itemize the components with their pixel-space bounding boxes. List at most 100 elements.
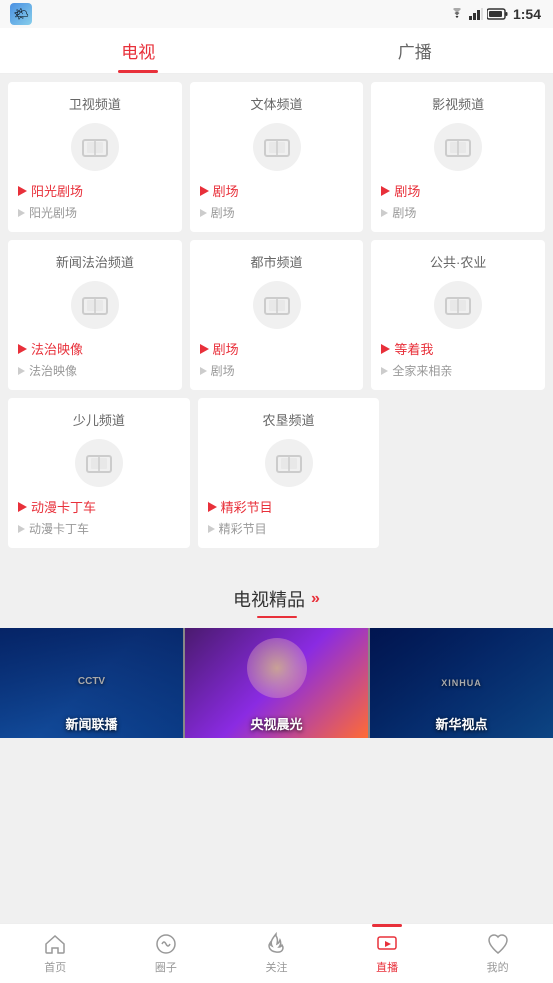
live-icon bbox=[375, 932, 399, 956]
tab-tv[interactable]: 电视 bbox=[0, 28, 277, 73]
tv-icon bbox=[264, 294, 290, 316]
tv-icon bbox=[86, 452, 112, 474]
channel-card-nongken[interactable]: 农垦频道 精彩节目 bbox=[198, 398, 380, 548]
channel-name: 卫视频道 bbox=[18, 94, 172, 113]
nav-active-indicator bbox=[372, 924, 402, 927]
nav-label-home: 首页 bbox=[44, 959, 66, 975]
play-icon bbox=[18, 344, 27, 354]
next-icon bbox=[18, 525, 25, 533]
thumb-bg-3: XINHUA 新华视点 bbox=[370, 628, 553, 738]
channel-name: 影视频道 bbox=[381, 94, 535, 113]
next-icon bbox=[18, 367, 25, 375]
home-icon bbox=[43, 932, 67, 956]
thumb-label-1: 新闻联播 bbox=[0, 714, 183, 733]
status-icons: 1:54 bbox=[449, 6, 541, 22]
channel-card-xinwen[interactable]: 新闻法治频道 法治映像 bbox=[8, 240, 182, 390]
channel-row-1: 卫视频道 阳光剧场 bbox=[0, 82, 553, 232]
wifi-icon bbox=[449, 8, 465, 20]
program-next: 全家来相亲 bbox=[381, 362, 535, 379]
next-icon bbox=[18, 209, 25, 217]
channel-card-wenti[interactable]: 文体频道 剧场 bbox=[190, 82, 364, 232]
play-icon bbox=[18, 502, 27, 512]
program-now: 阳光剧场 bbox=[18, 181, 172, 200]
program-next: 法治映像 bbox=[18, 362, 172, 379]
channel-card-shaor[interactable]: 少儿频道 动漫卡丁车 bbox=[8, 398, 190, 548]
featured-thumb-1[interactable]: CCTV 新闻联播 bbox=[0, 628, 183, 738]
battery-icon bbox=[487, 8, 509, 20]
fire-icon bbox=[264, 932, 288, 956]
channel-card-gonggong[interactable]: 公共·农业 等着我 bbox=[371, 240, 545, 390]
tv-icon bbox=[445, 294, 471, 316]
thumb-bg-1: CCTV 新闻联播 bbox=[0, 628, 183, 738]
channel-name: 文体频道 bbox=[200, 94, 354, 113]
play-icon bbox=[208, 502, 217, 512]
time-display: 1:54 bbox=[513, 6, 541, 22]
thumb-sublabel-3: XINHUA bbox=[375, 678, 548, 688]
tv-icon-wrap bbox=[200, 281, 354, 329]
program-next: 剧场 bbox=[200, 204, 354, 221]
channel-card-dushi[interactable]: 都市频道 剧场 bbox=[190, 240, 364, 390]
program-now: 剧场 bbox=[200, 339, 354, 358]
play-icon bbox=[381, 344, 390, 354]
section-underline bbox=[257, 616, 297, 618]
program-now: 剧场 bbox=[200, 181, 354, 200]
nav-label-circle: 圈子 bbox=[155, 959, 177, 975]
circle-icon bbox=[154, 932, 178, 956]
tv-icon-wrap bbox=[18, 123, 172, 171]
channel-card-yingshi[interactable]: 影视频道 剧场 bbox=[371, 82, 545, 232]
nav-label-follow: 关注 bbox=[265, 959, 287, 975]
signal-icon bbox=[469, 8, 483, 20]
tv-icon-wrap bbox=[381, 123, 535, 171]
nav-item-circle[interactable]: 圈子 bbox=[111, 924, 222, 983]
tv-icon-wrap bbox=[381, 281, 535, 329]
nav-item-live[interactable]: 直播 bbox=[332, 924, 443, 983]
main-content: 卫视频道 阳光剧场 bbox=[0, 74, 553, 798]
channel-name: 少儿频道 bbox=[18, 410, 180, 429]
nav-item-follow[interactable]: 关注 bbox=[221, 924, 332, 983]
channel-row-3: 少儿频道 动漫卡丁车 bbox=[0, 398, 553, 548]
channel-grid: 卫视频道 阳光剧场 bbox=[0, 74, 553, 564]
nav-item-home[interactable]: 首页 bbox=[0, 924, 111, 983]
next-icon bbox=[200, 367, 207, 375]
next-icon bbox=[200, 209, 207, 217]
channel-row-2: 新闻法治频道 法治映像 bbox=[0, 240, 553, 390]
program-now: 动漫卡丁车 bbox=[18, 497, 180, 516]
program-next: 精彩节目 bbox=[208, 520, 370, 537]
bottom-nav: 首页 圈子 关注 直播 我的 bbox=[0, 923, 553, 983]
program-next: 阳光剧场 bbox=[18, 204, 172, 221]
channel-name: 新闻法治频道 bbox=[18, 252, 172, 271]
tab-radio[interactable]: 广播 bbox=[277, 28, 553, 73]
channel-name: 都市频道 bbox=[200, 252, 354, 271]
program-next: 剧场 bbox=[381, 204, 535, 221]
featured-thumb-3[interactable]: XINHUA 新华视点 bbox=[370, 628, 553, 738]
thumb-bg-2: 央视晨光 bbox=[185, 628, 368, 738]
chevron-right-icon: » bbox=[311, 590, 320, 608]
program-next: 剧场 bbox=[200, 362, 354, 379]
next-icon bbox=[208, 525, 215, 533]
featured-section: 电视精品 » CCTV 新闻联播 bbox=[0, 564, 553, 738]
section-title: 电视精品 bbox=[233, 586, 305, 612]
tv-icon bbox=[445, 136, 471, 158]
play-icon bbox=[200, 344, 209, 354]
featured-thumbnails: CCTV 新闻联播 央视晨光 bbox=[0, 628, 553, 738]
program-next: 动漫卡丁车 bbox=[18, 520, 180, 537]
play-icon bbox=[381, 186, 390, 196]
next-icon bbox=[381, 367, 388, 375]
featured-thumb-2[interactable]: 央视晨光 bbox=[185, 628, 368, 738]
thumb-label-3: 新华视点 bbox=[370, 714, 553, 733]
channel-card-weishi[interactable]: 卫视频道 阳光剧场 bbox=[8, 82, 182, 232]
play-icon bbox=[18, 186, 27, 196]
tv-icon bbox=[276, 452, 302, 474]
tabs-bar: 电视 广播 bbox=[0, 28, 553, 74]
next-icon bbox=[381, 209, 388, 217]
nav-item-mine[interactable]: 我的 bbox=[442, 924, 553, 983]
nav-label-mine: 我的 bbox=[487, 959, 509, 975]
thumb-label-2: 央视晨光 bbox=[185, 714, 368, 733]
tv-icon bbox=[264, 136, 290, 158]
program-now: 剧场 bbox=[381, 181, 535, 200]
section-header[interactable]: 电视精品 » bbox=[0, 574, 553, 612]
tv-icon-wrap bbox=[208, 439, 370, 487]
tv-icon-wrap bbox=[18, 281, 172, 329]
program-now: 等着我 bbox=[381, 339, 535, 358]
channel-name: 公共·农业 bbox=[381, 252, 535, 271]
